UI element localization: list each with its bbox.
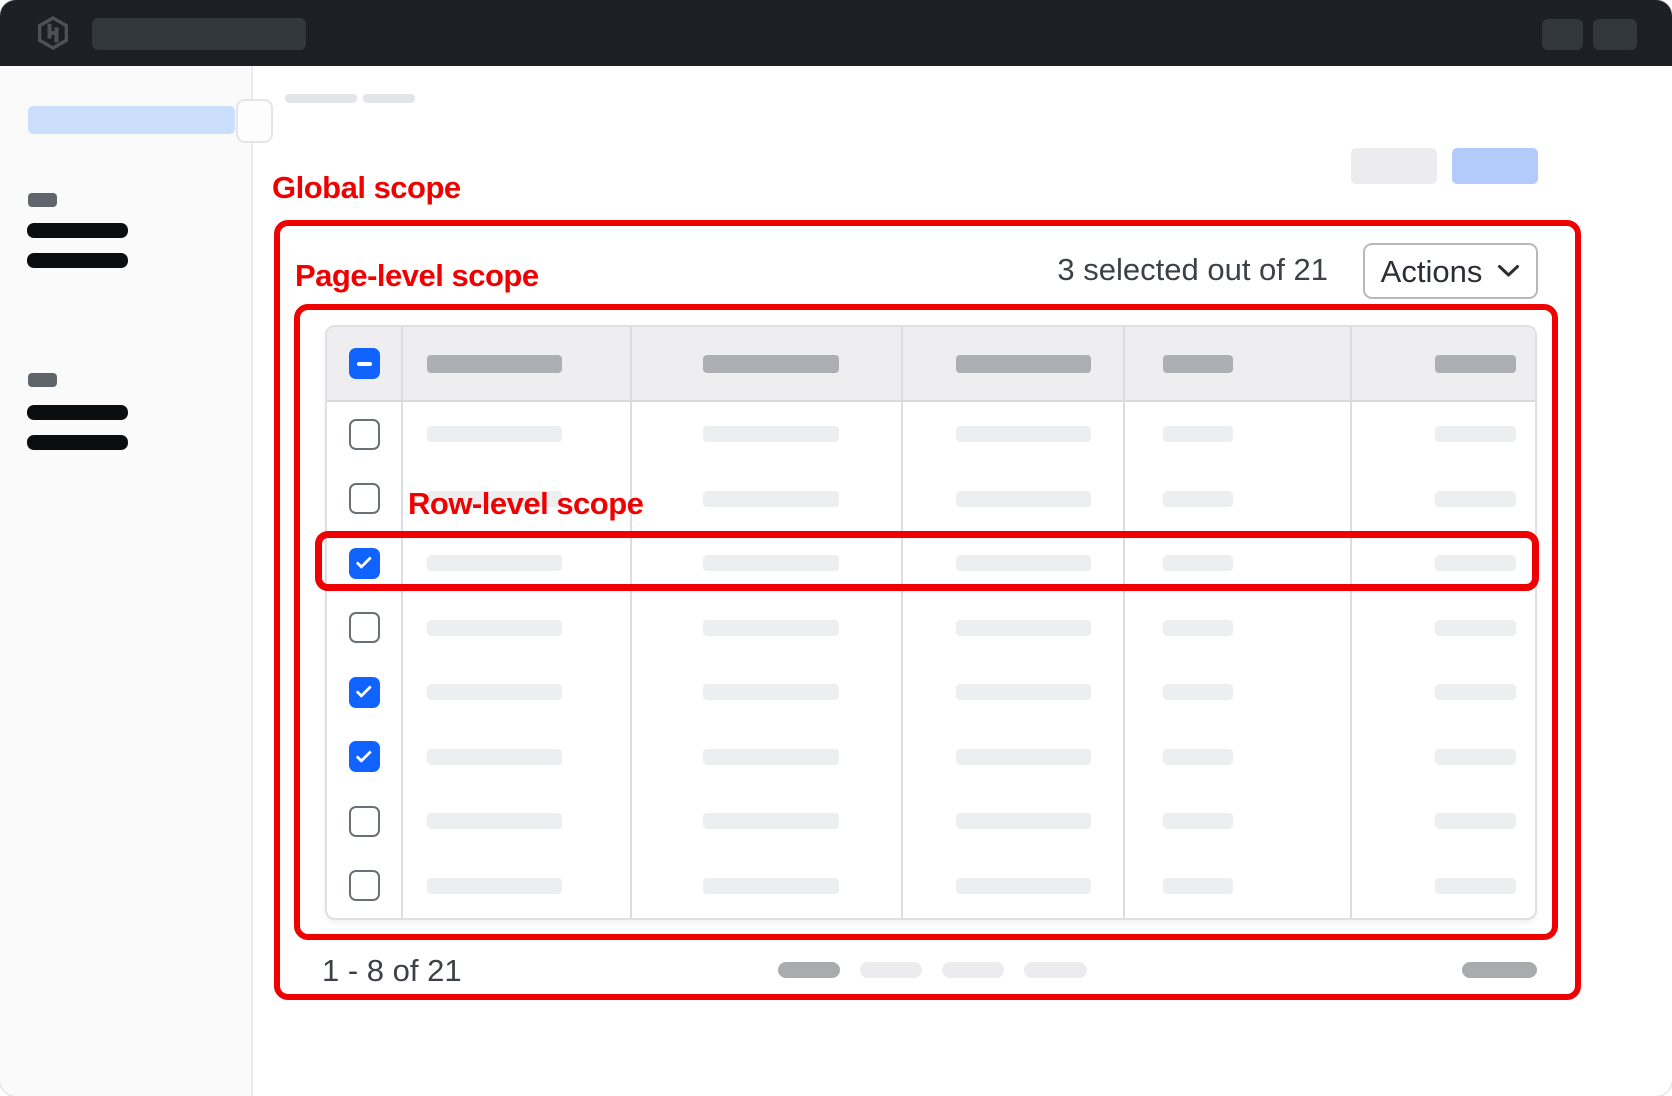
cell-skeleton [1435,813,1516,829]
cell-skeleton [1435,426,1516,442]
cell-skeleton [427,426,562,442]
pagination-page-button[interactable] [860,962,922,978]
cell-skeleton [703,813,839,829]
cell-skeleton [427,684,562,700]
sidebar-item[interactable] [27,253,128,268]
table-row [327,531,1535,596]
sidebar [0,66,253,1096]
cell-skeleton [427,749,562,765]
secondary-action-button[interactable] [1351,148,1437,184]
pagination-page-button[interactable] [942,962,1004,978]
cell-skeleton [1435,684,1516,700]
indeterminate-dash-icon [357,362,372,366]
cell-skeleton [956,620,1091,636]
cell-skeleton [1163,620,1233,636]
column-header-skeleton [956,355,1091,373]
pagination-prev-button[interactable] [778,962,840,978]
actions-button-label: Actions [1381,256,1483,287]
row-checkbox[interactable] [349,741,380,772]
cell-skeleton [703,620,839,636]
top-nav-bar [0,0,1672,66]
cell-skeleton [956,491,1091,507]
cell-skeleton [1435,749,1516,765]
pagination-next-button[interactable] [1024,962,1087,978]
row-checkbox[interactable] [349,806,380,837]
check-icon [355,682,371,698]
selection-summary: 3 selected out of 21 [1038,253,1328,287]
cell-skeleton [956,878,1091,894]
table-header-row [327,327,1535,402]
cell-skeleton [956,555,1091,571]
cell-skeleton [427,555,562,571]
cell-skeleton [703,878,839,894]
row-checkbox[interactable] [349,419,380,450]
cell-skeleton [956,684,1091,700]
table-row [327,660,1535,725]
cell-skeleton [703,684,839,700]
sidebar-item[interactable] [27,223,128,238]
cell-skeleton [1163,491,1233,507]
cell-skeleton [956,426,1091,442]
cell-skeleton [1435,620,1516,636]
help-button[interactable] [1542,19,1583,50]
select-all-checkbox[interactable] [349,348,380,379]
page-scope-label: Page-level scope [295,259,539,293]
cell-skeleton [1435,555,1516,571]
cell-skeleton [703,749,839,765]
column-header-skeleton [703,355,839,373]
row-checkbox[interactable] [349,870,380,901]
column-header-skeleton [1163,355,1233,373]
cell-skeleton [1163,426,1233,442]
cell-skeleton [1163,813,1233,829]
cell-skeleton [1435,878,1516,894]
actions-dropdown-button[interactable]: Actions [1363,243,1538,299]
cell-skeleton [1435,491,1516,507]
table-row [327,725,1535,790]
row-checkbox[interactable] [349,548,380,579]
sidebar-item-active[interactable] [28,106,235,134]
cell-skeleton [703,426,839,442]
cell-skeleton [427,813,562,829]
table-body [327,402,1535,918]
table-row [327,854,1535,919]
row-scope-label: Row-level scope [408,487,643,521]
sidebar-section-label [28,373,57,387]
table-row [327,789,1535,854]
cell-skeleton [427,620,562,636]
hashicorp-logo-icon [36,16,70,50]
column-header-skeleton [427,355,562,373]
page-size-selector[interactable] [1462,962,1537,978]
row-checkbox[interactable] [349,612,380,643]
cell-skeleton [1163,749,1233,765]
cell-skeleton [1163,555,1233,571]
check-icon [355,553,371,569]
table-row [327,596,1535,661]
table-row [327,402,1535,467]
cell-skeleton [703,491,839,507]
sidebar-item[interactable] [27,405,128,420]
search-input[interactable] [92,18,306,50]
sidebar-collapse-handle[interactable] [236,99,273,143]
check-icon [355,746,371,762]
sidebar-item[interactable] [27,435,128,450]
app-window: Global scope Page-level scope Row-level … [0,0,1672,1096]
cell-skeleton [956,749,1091,765]
breadcrumb-segment [285,94,357,103]
cell-skeleton [956,813,1091,829]
chevron-down-icon [1497,264,1520,278]
sidebar-section-label [28,193,57,207]
user-menu-button[interactable] [1593,19,1637,50]
cell-skeleton [1163,878,1233,894]
column-header-skeleton [1435,355,1516,373]
primary-action-button[interactable] [1452,148,1538,184]
row-checkbox[interactable] [349,483,380,514]
cell-skeleton [427,878,562,894]
global-scope-label: Global scope [272,171,461,205]
cell-skeleton [1163,684,1233,700]
data-table [325,325,1537,920]
cell-skeleton [703,555,839,571]
breadcrumb-segment [363,94,415,103]
pagination-range-label: 1 - 8 of 21 [322,954,462,988]
row-checkbox[interactable] [349,677,380,708]
